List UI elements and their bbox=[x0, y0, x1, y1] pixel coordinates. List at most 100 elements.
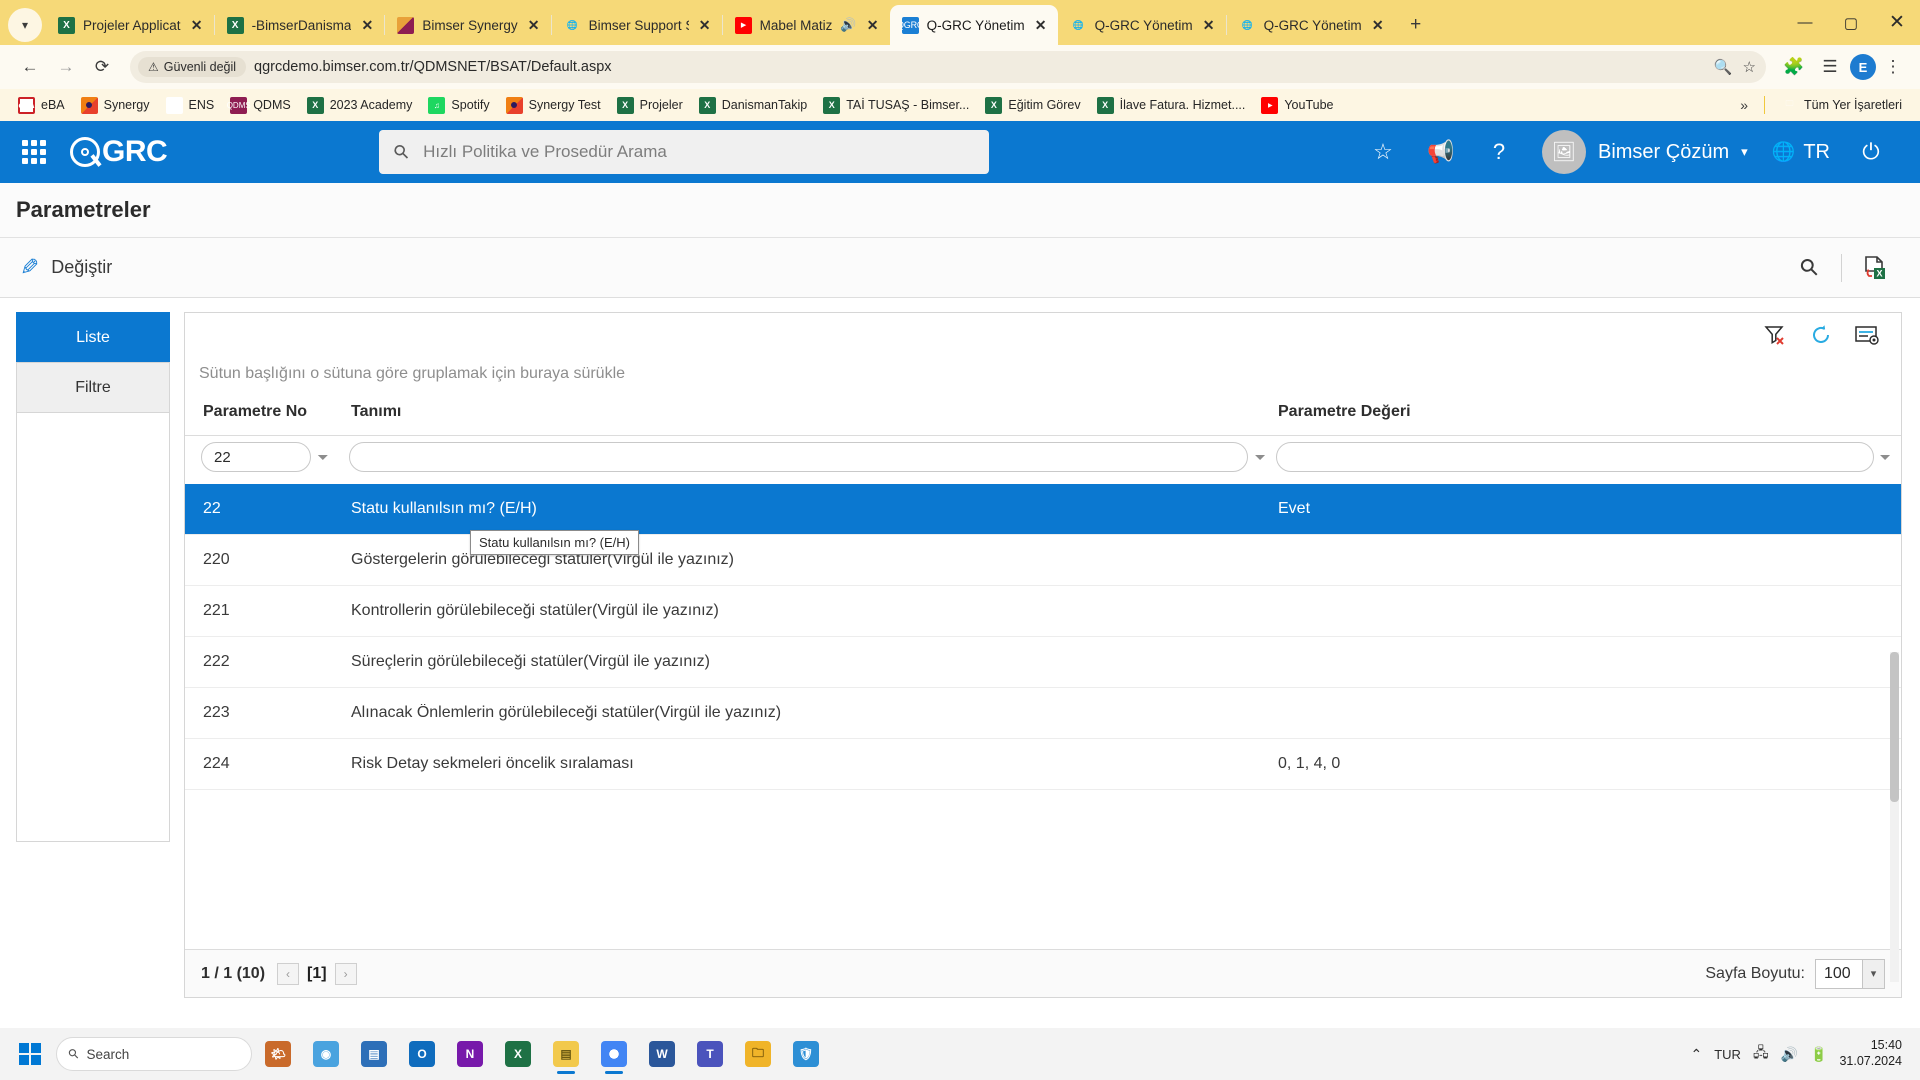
question-mark-icon[interactable]: ? bbox=[1470, 121, 1528, 183]
tab-close-icon[interactable]: ✕ bbox=[359, 17, 375, 34]
chevron-down-icon[interactable]: ▾ bbox=[1862, 959, 1884, 988]
sidebar-item-liste[interactable]: Liste bbox=[16, 312, 170, 362]
browser-tab[interactable]: Mabel Matiz 🔊 ✕ bbox=[723, 5, 890, 45]
filter-funnel-icon[interactable]: ⏷ bbox=[1878, 449, 1893, 466]
table-row[interactable]: 22 Statu kullanılsın mı? (E/H) Evet bbox=[185, 484, 1901, 535]
edit-button[interactable]: ✎ Değiştir bbox=[20, 254, 112, 281]
browser-tab[interactable]: Projeler Applicat ✕ bbox=[46, 5, 214, 45]
table-row[interactable]: 224 Risk Detay sekmeleri öncelik sıralam… bbox=[185, 739, 1901, 790]
language-switcher[interactable]: 🌐 TR bbox=[1772, 140, 1830, 164]
address-bar[interactable]: ⚠ Güvenli değil qgrcdemo.bimser.com.tr/Q… bbox=[130, 51, 1766, 83]
kebab-menu-icon[interactable]: ⋮ bbox=[1880, 57, 1906, 77]
filter-input-parametre-no[interactable] bbox=[201, 442, 311, 472]
widgets-icon[interactable]: 🌤 bbox=[256, 1032, 300, 1076]
page-size-select[interactable]: 100 ▾ bbox=[1815, 958, 1885, 989]
browser-tab[interactable]: 🌐 Bimser Support S ✕ bbox=[552, 5, 722, 45]
volume-icon[interactable]: 🔊 bbox=[1781, 1046, 1798, 1063]
search-icon[interactable]: ⚲ bbox=[1783, 246, 1835, 290]
back-icon[interactable]: ← bbox=[14, 51, 46, 83]
tab-close-icon[interactable]: ✕ bbox=[189, 17, 205, 34]
bookmark-item[interactable]: QDMS QDMS bbox=[222, 94, 299, 117]
browser-tab[interactable]: 🌐 Q-GRC Yönetim ✕ bbox=[1058, 5, 1226, 45]
bookmarks-overflow-icon[interactable]: » bbox=[1732, 97, 1756, 113]
star-icon[interactable]: ☆ bbox=[1354, 121, 1412, 183]
table-row[interactable]: 221 Kontrollerin görülebileceği statüler… bbox=[185, 586, 1901, 637]
filter-input-parametre-degeri[interactable] bbox=[1276, 442, 1874, 472]
chrome-icon[interactable] bbox=[592, 1032, 636, 1076]
file-explorer-icon[interactable]: 🗀 bbox=[736, 1032, 780, 1076]
bookmark-item[interactable]: ♫ Spotify bbox=[420, 94, 497, 117]
sidebar-item-filtre[interactable]: Filtre bbox=[16, 362, 170, 412]
new-tab-button[interactable]: + bbox=[1401, 10, 1431, 40]
browser-tab[interactable]: -BimserDanisma ✕ bbox=[215, 5, 385, 45]
column-header-parametre-no[interactable]: Parametre No bbox=[193, 399, 341, 435]
profile-avatar[interactable]: E bbox=[1850, 54, 1876, 80]
app-grid-icon[interactable] bbox=[20, 138, 48, 166]
reading-list-icon[interactable]: ☰ bbox=[1814, 51, 1846, 83]
sticky-notes-icon[interactable]: ▤ bbox=[544, 1032, 588, 1076]
teams-icon[interactable]: T bbox=[688, 1032, 732, 1076]
browser-tab[interactable]: Bimser Synergy ✕ bbox=[385, 5, 550, 45]
tab-close-icon[interactable]: ✕ bbox=[526, 17, 542, 34]
tab-close-icon[interactable]: ✕ bbox=[1033, 17, 1049, 34]
star-icon[interactable]: ☆ bbox=[1743, 58, 1756, 76]
security-icon[interactable]: 🛡 bbox=[784, 1032, 828, 1076]
bookmark-item[interactable]: Projeler bbox=[609, 94, 691, 117]
tab-close-icon[interactable]: ✕ bbox=[697, 17, 713, 34]
bookmark-item[interactable]: Synergy bbox=[73, 94, 158, 117]
tray-language[interactable]: TUR bbox=[1714, 1047, 1741, 1062]
prev-page-button[interactable]: ‹ bbox=[277, 962, 300, 985]
column-settings-icon[interactable] bbox=[1847, 317, 1887, 353]
power-icon[interactable]: ⏻ bbox=[1842, 121, 1900, 183]
filter-clear-icon[interactable] bbox=[1755, 317, 1795, 353]
column-header-parametre-degeri[interactable]: Parametre Değeri bbox=[1268, 399, 1893, 435]
network-icon[interactable]: 🖧 bbox=[1753, 1042, 1769, 1066]
filter-funnel-icon[interactable]: ⏷ bbox=[1252, 449, 1268, 466]
browser-tab-active[interactable]: QGRC Q-GRC Yönetim ✕ bbox=[889, 5, 1058, 45]
table-row[interactable]: 222 Süreçlerin görülebileceği statüler(V… bbox=[185, 637, 1901, 688]
maximize-button[interactable]: ▢ bbox=[1828, 0, 1874, 45]
table-row[interactable]: 220 Göstergelerin görülebileceği statüle… bbox=[185, 535, 1901, 586]
grid-scrollbar[interactable] bbox=[1890, 652, 1899, 982]
bookmark-item[interactable]: YouTube bbox=[1253, 94, 1341, 117]
taskview-icon[interactable]: ▤ bbox=[352, 1032, 396, 1076]
bookmark-item[interactable]: TAİ TUSAŞ - Bimser... bbox=[815, 94, 977, 117]
next-page-button[interactable]: › bbox=[334, 962, 357, 985]
quick-search-input[interactable]: ⚲ Hızlı Politika ve Prosedür Arama bbox=[379, 130, 990, 174]
tab-search-chevron-icon[interactable]: ▾ bbox=[8, 8, 42, 42]
outlook-icon[interactable]: O bbox=[400, 1032, 444, 1076]
site-security-badge[interactable]: ⚠ Güvenli değil bbox=[138, 57, 247, 77]
minimize-button[interactable]: — bbox=[1782, 0, 1828, 45]
export-excel-icon[interactable]: X bbox=[1848, 246, 1900, 290]
tab-close-icon[interactable]: ✕ bbox=[865, 17, 881, 34]
table-row[interactable]: 223 Alınacak Önlemlerin görülebileceği s… bbox=[185, 688, 1901, 739]
tab-audio-icon[interactable]: 🔊 bbox=[840, 17, 856, 33]
taskbar-search-input[interactable]: ⚲ Search bbox=[56, 1037, 252, 1071]
user-menu[interactable]: 🖼 Bimser Çözüm ▾ bbox=[1541, 130, 1748, 174]
bookmark-item[interactable]: eBA eBA bbox=[10, 94, 73, 117]
current-page-label[interactable]: [1] bbox=[307, 965, 327, 983]
bookmark-item[interactable]: ◆ ENS bbox=[158, 94, 223, 117]
excel-icon[interactable]: X bbox=[496, 1032, 540, 1076]
forward-icon[interactable]: → bbox=[50, 51, 82, 83]
filter-funnel-icon[interactable]: ⏷ bbox=[315, 449, 331, 466]
chrome-old-icon[interactable]: ◉ bbox=[304, 1032, 348, 1076]
tab-close-icon[interactable]: ✕ bbox=[1201, 17, 1217, 34]
close-window-button[interactable]: ✕ bbox=[1874, 0, 1920, 45]
bookmark-item[interactable]: 2023 Academy bbox=[299, 94, 421, 117]
reload-icon[interactable]: ⟳ bbox=[86, 51, 118, 83]
bookmark-item[interactable]: İlave Fatura. Hizmet.... bbox=[1089, 94, 1254, 117]
all-bookmarks-button[interactable]: 🗀 Tüm Yer İşaretleri bbox=[1773, 94, 1910, 117]
battery-icon[interactable]: 🔋 bbox=[1810, 1046, 1827, 1063]
zoom-icon[interactable]: 🔍 bbox=[1714, 58, 1733, 76]
refresh-icon[interactable] bbox=[1801, 317, 1841, 353]
bookmark-item[interactable]: Synergy Test bbox=[498, 94, 609, 117]
column-header-tanimi[interactable]: Tanımı bbox=[341, 399, 1268, 435]
show-hidden-icons[interactable]: ⌃ bbox=[1690, 1046, 1702, 1063]
filter-input-tanimi[interactable] bbox=[349, 442, 1249, 472]
puzzle-icon[interactable]: 🧩 bbox=[1778, 51, 1810, 83]
taskbar-clock[interactable]: 15:40 31.07.2024 bbox=[1839, 1038, 1902, 1069]
bookmark-item[interactable]: DanismanTakip bbox=[691, 94, 815, 117]
browser-tab[interactable]: 🌐 Q-GRC Yönetim ✕ bbox=[1227, 5, 1395, 45]
megaphone-icon[interactable]: 📢 bbox=[1412, 121, 1470, 183]
